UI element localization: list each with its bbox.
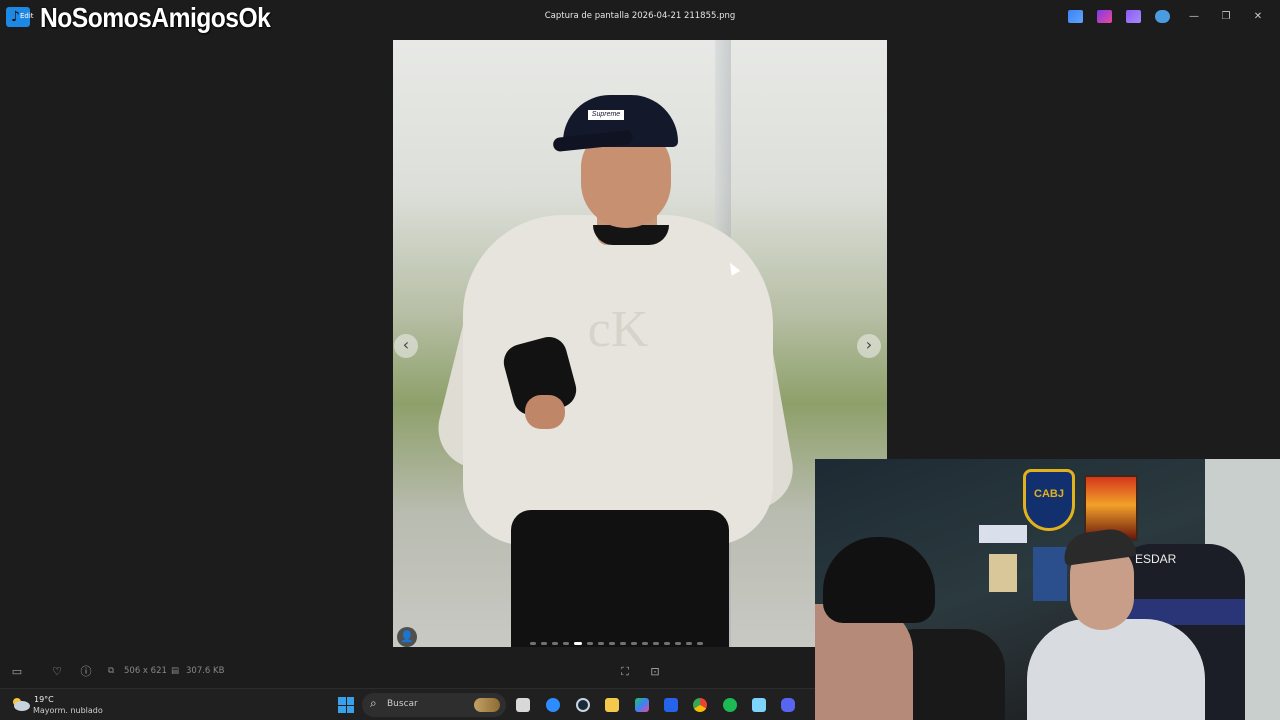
title-bar: ♪ Edit NoSomosAmigosOk Captura de pantal…: [0, 0, 1280, 34]
search-placeholder: Buscar: [387, 699, 418, 709]
cloudy-weather-icon[interactable]: [10, 696, 30, 712]
webcam-overlay: CABJ ESDAR: [815, 459, 1280, 720]
wall-card-1: [989, 554, 1017, 592]
file-explorer-dark-icon[interactable]: [516, 698, 530, 712]
weather-description[interactable]: Mayorm. nublado: [33, 706, 103, 715]
filmstrip-dot[interactable]: [664, 642, 670, 645]
wall-card-2: [1033, 547, 1067, 601]
search-icon: ⌕: [370, 696, 377, 710]
chrome-icon[interactable]: [693, 698, 707, 712]
hand: [525, 395, 565, 429]
filmstrip-dot[interactable]: [642, 642, 648, 645]
filmstrip-dot[interactable]: [587, 642, 593, 645]
filmstrip-dot[interactable]: [552, 642, 558, 645]
streamer-body: [1027, 619, 1205, 720]
discord-icon[interactable]: [781, 698, 795, 712]
edit-image-icon[interactable]: [1068, 10, 1083, 23]
favorite-heart-icon[interactable]: ♡: [50, 665, 64, 679]
photos-icon[interactable]: [752, 698, 766, 712]
restore-button[interactable]: ❐: [1210, 8, 1242, 26]
close-button[interactable]: ✕: [1242, 8, 1274, 26]
taskbar-search-box[interactable]: ⌕ Buscar: [362, 693, 506, 717]
crest-text: CABJ: [1034, 488, 1064, 500]
file-size: 307.6 KB: [186, 666, 225, 676]
person-tag-icon[interactable]: 👤: [397, 627, 417, 647]
cap-logo: Supreme: [588, 110, 624, 120]
filmstrip-dot[interactable]: [563, 642, 569, 645]
filmstrip-dot[interactable]: [675, 642, 681, 645]
black-pants: [511, 510, 729, 647]
steam-icon[interactable]: [576, 698, 590, 712]
folder-icon[interactable]: [605, 698, 619, 712]
previous-image-button[interactable]: ‹: [394, 334, 418, 358]
screen: ♪ Edit NoSomosAmigosOk Captura de pantal…: [0, 0, 1280, 720]
app-toolbar: [1068, 10, 1170, 23]
next-image-button[interactable]: ›: [857, 334, 881, 358]
filmstrip-dots[interactable]: [530, 642, 703, 645]
fit-to-window-icon[interactable]: ⛶: [618, 665, 632, 679]
onedrive-cloud-icon[interactable]: [1155, 10, 1170, 23]
filmstrip-dot[interactable]: [653, 642, 659, 645]
windows-start-icon[interactable]: [338, 697, 354, 713]
filmstrip-dot[interactable]: [530, 642, 536, 645]
search-highlight-image: [474, 698, 500, 712]
zoom-actual-size-icon[interactable]: ⊡: [648, 665, 662, 679]
filmstrip-dot[interactable]: [541, 642, 547, 645]
clipchamp-icon[interactable]: [1126, 10, 1141, 23]
zoom-icon[interactable]: [546, 698, 560, 712]
filmstrip-dot[interactable]: [620, 642, 626, 645]
chair-logo-text: ESDAR: [1135, 552, 1177, 566]
team-crest: CABJ: [1023, 469, 1075, 531]
filmstrip-dot[interactable]: [686, 642, 692, 645]
filmstrip-dot[interactable]: [609, 642, 615, 645]
wall-poster: [979, 525, 1027, 543]
designer-icon[interactable]: [1097, 10, 1112, 23]
weather-temperature[interactable]: 19°C: [34, 695, 54, 704]
image-canvas[interactable]: cK Supreme: [393, 40, 887, 647]
minimize-button[interactable]: —: [1178, 8, 1210, 26]
filmstrip-dot[interactable]: [574, 642, 582, 645]
filmstrip-dot[interactable]: [598, 642, 604, 645]
file-size-icon: ▤: [171, 666, 180, 676]
dimensions-icon: ⧉: [108, 666, 115, 676]
guest-cap: [823, 537, 935, 623]
spotify-icon[interactable]: [723, 698, 737, 712]
microsoft-store-icon[interactable]: [664, 698, 678, 712]
collar: [593, 225, 669, 245]
filmstrip-dot[interactable]: [697, 642, 703, 645]
window-controls: — ❐ ✕: [1178, 8, 1274, 26]
sweater-logo: cK: [587, 301, 649, 358]
image-dimensions: 506 x 621: [124, 666, 167, 676]
copilot-icon[interactable]: [635, 698, 649, 712]
filmstrip-dot[interactable]: [631, 642, 637, 645]
file-info-icon[interactable]: ⓘ: [79, 665, 93, 679]
filmstrip-toggle-icon[interactable]: ▭: [10, 665, 24, 679]
